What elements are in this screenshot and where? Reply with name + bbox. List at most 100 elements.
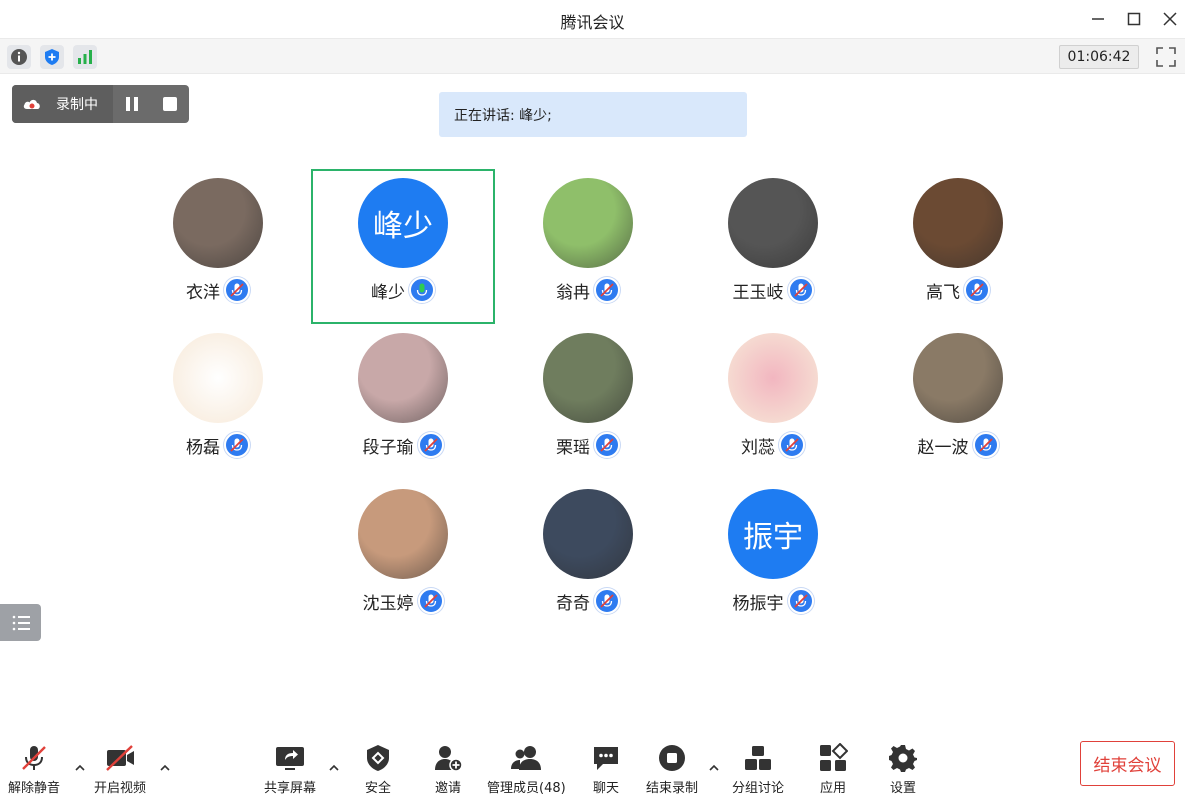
mic-muted-icon bbox=[417, 432, 444, 458]
security-status-button[interactable] bbox=[40, 45, 64, 69]
participant-name-line: 段子瑜 bbox=[311, 432, 495, 458]
share-screen-button[interactable]: 共享屏幕 bbox=[264, 742, 316, 796]
end-meeting-button[interactable]: 结束会议 bbox=[1080, 741, 1175, 786]
mic-muted-icon bbox=[224, 277, 250, 303]
participant-tile[interactable]: 振宇杨振宇 bbox=[681, 480, 865, 635]
recording-label: 录制中 bbox=[56, 97, 98, 113]
meeting-info-button[interactable] bbox=[7, 45, 31, 69]
stop-recording-button[interactable] bbox=[151, 85, 189, 123]
participant-name: 杨磊 bbox=[186, 437, 220, 458]
participant-tile[interactable]: 衣洋 bbox=[126, 169, 310, 324]
chevron-up-icon bbox=[329, 764, 339, 771]
mic-muted-icon bbox=[594, 432, 620, 458]
participant-name: 赵一波 bbox=[917, 437, 969, 458]
participant-tile[interactable]: 段子瑜 bbox=[311, 324, 495, 479]
start-video-button[interactable]: 开启视频 bbox=[94, 742, 146, 796]
close-button[interactable] bbox=[1159, 8, 1181, 30]
participant-tile[interactable]: 王玉岐 bbox=[681, 169, 865, 324]
mic-active-icon bbox=[409, 277, 435, 303]
avatar bbox=[173, 333, 263, 423]
settings-label: 设置 bbox=[889, 781, 916, 796]
recording-options-caret[interactable] bbox=[707, 760, 721, 774]
avatar bbox=[543, 333, 633, 423]
apps-button[interactable]: 应用 bbox=[817, 742, 849, 796]
mic-muted-icon bbox=[787, 277, 814, 303]
security-label: 安全 bbox=[364, 781, 391, 796]
avatar: 振宇 bbox=[728, 489, 818, 579]
avatar: 峰少 bbox=[358, 178, 448, 268]
participant-tile[interactable]: 峰少 峰少 bbox=[311, 169, 495, 324]
avatar bbox=[913, 178, 1003, 268]
gear-icon bbox=[889, 745, 917, 772]
participant-name-line: 衣洋 bbox=[126, 277, 310, 303]
participant-name: 段子瑜 bbox=[362, 437, 414, 458]
shield-icon bbox=[45, 49, 59, 65]
participant-name-line: 峰少 bbox=[313, 277, 493, 303]
end-recording-label: 结束录制 bbox=[646, 781, 699, 796]
mic-muted-icon bbox=[964, 277, 990, 303]
security-shield-icon bbox=[367, 745, 389, 771]
participant-name-line: 杨振宇 bbox=[681, 588, 865, 614]
share-options-caret[interactable] bbox=[327, 760, 341, 774]
invite-label: 邀请 bbox=[434, 781, 461, 796]
breakout-rooms-button[interactable]: 分组讨论 bbox=[732, 742, 784, 796]
participant-name: 王玉岐 bbox=[732, 282, 784, 303]
pause-recording-button[interactable] bbox=[113, 85, 151, 123]
participant-tile[interactable]: 翁冉 bbox=[496, 169, 680, 324]
recording-status: 录制中 bbox=[12, 85, 113, 123]
breakout-icon bbox=[745, 746, 771, 770]
settings-button[interactable]: 设置 bbox=[887, 742, 919, 796]
signal-bars-icon bbox=[78, 50, 92, 64]
manage-members-label: 管理成员(48) bbox=[487, 781, 566, 796]
participant-name: 刘蕊 bbox=[741, 437, 775, 458]
record-stop-icon bbox=[659, 745, 685, 771]
participant-tile[interactable]: 栗瑶 bbox=[496, 324, 680, 479]
status-bar: 01:06:42 bbox=[0, 38, 1185, 74]
start-video-label: 开启视频 bbox=[94, 781, 147, 796]
avatar bbox=[543, 489, 633, 579]
end-recording-button[interactable]: 结束录制 bbox=[646, 742, 698, 796]
pause-icon bbox=[126, 97, 138, 111]
participant-tile[interactable]: 沈玉婷 bbox=[311, 480, 495, 635]
participant-tile[interactable]: 杨磊 bbox=[126, 324, 310, 479]
audio-options-caret[interactable] bbox=[73, 760, 87, 774]
participant-name: 沈玉婷 bbox=[362, 593, 414, 614]
unmute-button[interactable]: 解除静音 bbox=[8, 742, 60, 796]
manage-members-button[interactable]: 管理成员(48) bbox=[487, 742, 566, 796]
participant-list-toggle[interactable] bbox=[0, 604, 41, 641]
speaking-indicator: 正在讲话: 峰少; bbox=[439, 92, 747, 137]
recording-bar: 录制中 bbox=[12, 85, 189, 123]
participant-name: 栗瑶 bbox=[556, 437, 590, 458]
participant-name-line: 高飞 bbox=[866, 277, 1050, 303]
participant-tile[interactable]: 赵一波 bbox=[866, 324, 1050, 479]
participant-name: 高飞 bbox=[926, 282, 960, 303]
participant-tile[interactable]: 刘蕊 bbox=[681, 324, 865, 479]
meeting-timer: 01:06:42 bbox=[1059, 45, 1139, 69]
share-screen-label: 共享屏幕 bbox=[264, 781, 317, 796]
participant-tile[interactable]: 高飞 bbox=[866, 169, 1050, 324]
invite-button[interactable]: 邀请 bbox=[432, 742, 464, 796]
participant-name: 奇奇 bbox=[556, 593, 590, 614]
participant-name: 翁冉 bbox=[556, 282, 590, 303]
avatar bbox=[728, 178, 818, 268]
maximize-icon bbox=[1127, 12, 1141, 26]
fullscreen-icon bbox=[1156, 47, 1176, 67]
chevron-up-icon bbox=[75, 764, 85, 771]
participant-name-line: 栗瑶 bbox=[496, 432, 680, 458]
mic-muted-icon bbox=[594, 588, 620, 614]
video-options-caret[interactable] bbox=[158, 760, 172, 774]
network-status-button[interactable] bbox=[73, 45, 97, 69]
avatar bbox=[358, 333, 448, 423]
mic-muted-icon bbox=[417, 588, 444, 614]
mic-muted-icon bbox=[787, 588, 814, 614]
minimize-button[interactable] bbox=[1087, 8, 1109, 30]
participant-name: 杨振宇 bbox=[732, 593, 784, 614]
security-button[interactable]: 安全 bbox=[362, 742, 394, 796]
bottom-toolbar: 解除静音 开启视频 共享屏幕 安全 邀请 管理成员(48) 聊天 结束录制 分组… bbox=[0, 730, 1185, 797]
chat-button[interactable]: 聊天 bbox=[590, 742, 622, 796]
participant-tile[interactable]: 奇奇 bbox=[496, 480, 680, 635]
avatar bbox=[913, 333, 1003, 423]
chat-icon bbox=[594, 747, 618, 770]
maximize-button[interactable] bbox=[1123, 8, 1145, 30]
fullscreen-button[interactable] bbox=[1154, 45, 1178, 69]
